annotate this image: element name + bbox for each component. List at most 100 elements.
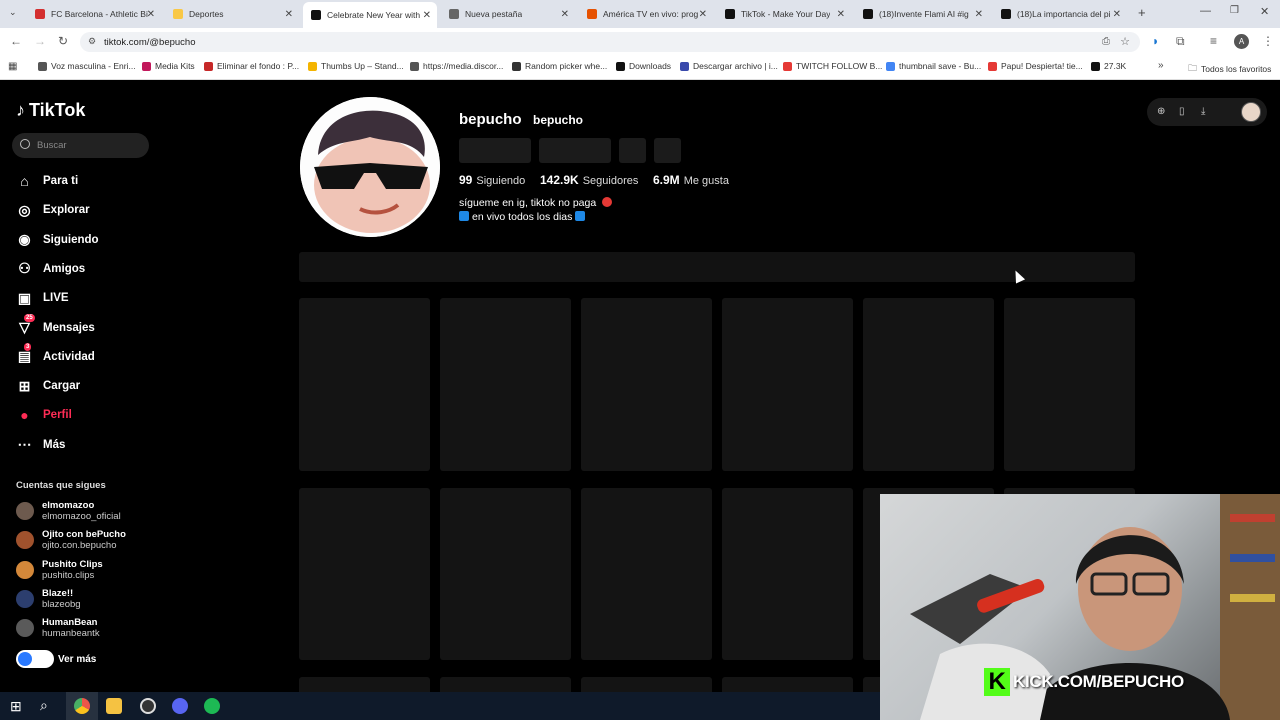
followed-account[interactable]: elmomazoo elmomazoo_oficial xyxy=(16,500,121,522)
share-button-placeholder[interactable] xyxy=(654,138,681,163)
bookmark-item[interactable]: Papu! Despierta! tie... xyxy=(988,61,1083,71)
bookmark-item[interactable]: Thumbs Up – Stand... xyxy=(308,61,404,71)
tab-close-icon[interactable]: ✕ xyxy=(285,9,293,20)
nav-item-para-ti[interactable]: ⌂ Para ti xyxy=(16,171,78,191)
followed-account[interactable]: Blaze!! blazeobg xyxy=(16,588,81,610)
profile-avatar-icon[interactable]: A xyxy=(1234,34,1249,49)
minimize-button[interactable]: — xyxy=(1200,5,1211,17)
all-bookmarks-folder[interactable]: 🗀 Todos los favoritos xyxy=(1188,61,1271,77)
back-icon[interactable]: ← xyxy=(10,34,22,48)
toggle-pill-icon[interactable] xyxy=(16,650,54,668)
download-icon[interactable]: ⤓ xyxy=(1201,106,1205,117)
followers-stat[interactable]: 142.9K Seguidores xyxy=(540,173,638,187)
device-icon[interactable]: ▯ xyxy=(1179,106,1185,117)
avatar xyxy=(16,531,34,550)
search-taskbar-icon[interactable]: ⌕ xyxy=(40,697,48,714)
bookmark-item[interactable]: Random picker whe... xyxy=(512,61,607,71)
video-card-placeholder[interactable] xyxy=(722,488,853,660)
message-button-placeholder[interactable] xyxy=(539,138,611,163)
tab-close-icon[interactable]: ✕ xyxy=(975,9,983,20)
browser-tab[interactable]: Celebrate New Year with ✕ xyxy=(303,2,437,28)
search-input[interactable]: Buscar xyxy=(12,133,149,158)
following-stat[interactable]: 99 Siguiendo xyxy=(459,173,525,187)
tab-close-icon[interactable]: ✕ xyxy=(423,10,431,21)
restore-button[interactable]: ❐ xyxy=(1230,5,1239,16)
browser-tab[interactable]: (18)Invente Flami AI #ig ✕ xyxy=(855,4,989,24)
forward-icon[interactable]: → xyxy=(34,34,46,48)
nav-item-live[interactable]: ▣ LIVE xyxy=(16,288,69,308)
nav-item-explorar[interactable]: ◎ Explorar xyxy=(16,200,89,220)
discord-icon[interactable] xyxy=(172,698,188,714)
tab-close-icon[interactable]: ✕ xyxy=(561,9,569,20)
video-card-placeholder[interactable] xyxy=(299,298,430,471)
all-bookmarks-label: Todos los favoritos xyxy=(1201,64,1272,74)
tab-close-icon[interactable]: ✕ xyxy=(699,9,707,20)
video-card-placeholder[interactable] xyxy=(440,488,571,660)
video-card-placeholder[interactable] xyxy=(581,488,712,660)
nav-label: Mensajes xyxy=(43,321,95,334)
bookmark-item[interactable]: Voz masculina - Enri... xyxy=(38,61,136,71)
close-window-button[interactable]: ✕ xyxy=(1260,5,1269,18)
bookmark-item[interactable]: Eliminar el fondo : P... xyxy=(204,61,299,71)
video-card-placeholder[interactable] xyxy=(1004,298,1135,471)
bookmark-item[interactable]: Descargar archivo | i... xyxy=(680,61,778,71)
browser-menu-icon[interactable]: ⋮ xyxy=(1262,34,1274,48)
nav-item-cargar[interactable]: ⊞ Cargar xyxy=(16,376,80,396)
browser-tab[interactable]: Nueva pestaña ✕ xyxy=(441,4,575,24)
tab-close-icon[interactable]: ✕ xyxy=(837,9,845,20)
reload-icon[interactable]: ↻ xyxy=(58,34,68,48)
new-tab-button[interactable]: + xyxy=(1138,5,1146,20)
media-control-icon[interactable]: ≡ xyxy=(1210,34,1217,48)
install-icon[interactable]: ⎙ xyxy=(1102,36,1110,47)
file-explorer-icon[interactable] xyxy=(106,698,122,714)
see-more-link[interactable]: Ver más xyxy=(16,650,96,668)
tab-search-icon[interactable]: ⌄ xyxy=(9,7,17,18)
bookmark-item[interactable]: 27.3K xyxy=(1091,61,1126,71)
user-avatar-icon[interactable] xyxy=(1241,102,1261,122)
extensions-puzzle-icon[interactable]: ⧉ xyxy=(1176,34,1185,49)
suggest-button-placeholder[interactable] xyxy=(619,138,646,163)
nav-badge: 3 xyxy=(24,343,32,352)
profile-avatar[interactable] xyxy=(300,97,440,237)
nav-item-perfil[interactable]: ● Perfil xyxy=(16,405,72,425)
nav-item-amigos[interactable]: ⚇ Amigos xyxy=(16,259,85,279)
bookmark-item[interactable]: https://media.discor... xyxy=(410,61,503,71)
bookmark-item[interactable]: Media Kits xyxy=(142,61,195,71)
tiktok-logo[interactable]: ♪ TikTok xyxy=(16,100,85,121)
browser-tab[interactable]: América TV en vivo: prog ✕ xyxy=(579,4,713,24)
followed-account[interactable]: Ojito con bePucho ojito.con.bepucho xyxy=(16,529,126,551)
bookmark-star-icon[interactable]: ☆ xyxy=(1120,35,1130,48)
browser-tab[interactable]: (18)La importancia del pi ✕ xyxy=(993,4,1127,24)
video-card-placeholder[interactable] xyxy=(581,298,712,471)
more-bookmarks-icon[interactable]: » xyxy=(1158,60,1164,71)
apps-grid-icon[interactable]: ▦ xyxy=(8,61,17,72)
extension-icon[interactable]: ◗ xyxy=(1152,34,1159,48)
nav-label: Más xyxy=(43,438,66,451)
bookmark-item[interactable]: thumbnail save - Bu... xyxy=(886,61,981,71)
coins-icon[interactable]: ⊕ xyxy=(1157,106,1165,117)
profile-tabs-placeholder xyxy=(299,252,1135,282)
spotify-icon[interactable] xyxy=(204,698,220,714)
site-info-icon[interactable]: ⚙ xyxy=(88,36,96,47)
windows-start-icon[interactable]: ⊞ xyxy=(10,698,22,715)
tab-close-icon[interactable]: ✕ xyxy=(147,9,155,20)
video-card-placeholder[interactable] xyxy=(722,298,853,471)
followed-account[interactable]: HumanBean humanbeantk xyxy=(16,617,100,639)
browser-tab[interactable]: TikTok - Make Your Day ✕ xyxy=(717,4,851,24)
bookmark-item[interactable]: TWITCH FOLLOW B... xyxy=(783,61,882,71)
url-input[interactable]: ⚙ tiktok.com/@bepucho ⎙ ☆ xyxy=(80,32,1140,52)
tab-close-icon[interactable]: ✕ xyxy=(1113,9,1121,20)
video-card-placeholder[interactable] xyxy=(299,488,430,660)
followed-account[interactable]: Pushito Clips pushito.clips xyxy=(16,559,103,581)
nav-item-siguiendo[interactable]: ◉ Siguiendo xyxy=(16,230,98,250)
nav-item-actividad[interactable]: ▤ 3 Actividad xyxy=(16,343,95,367)
nav-item-más[interactable]: ⋯ Más xyxy=(16,435,66,455)
obs-icon[interactable] xyxy=(140,698,156,714)
video-card-placeholder[interactable] xyxy=(440,298,571,471)
video-card-placeholder[interactable] xyxy=(863,298,994,471)
browser-tab[interactable]: Deportes ✕ xyxy=(165,4,299,24)
browser-tab[interactable]: FC Barcelona - Athletic Bi ✕ xyxy=(27,4,161,24)
follow-button-placeholder[interactable] xyxy=(459,138,531,163)
nav-item-mensajes[interactable]: ▽ 25 Mensajes xyxy=(16,314,95,338)
bookmark-item[interactable]: Downloads xyxy=(616,61,671,71)
